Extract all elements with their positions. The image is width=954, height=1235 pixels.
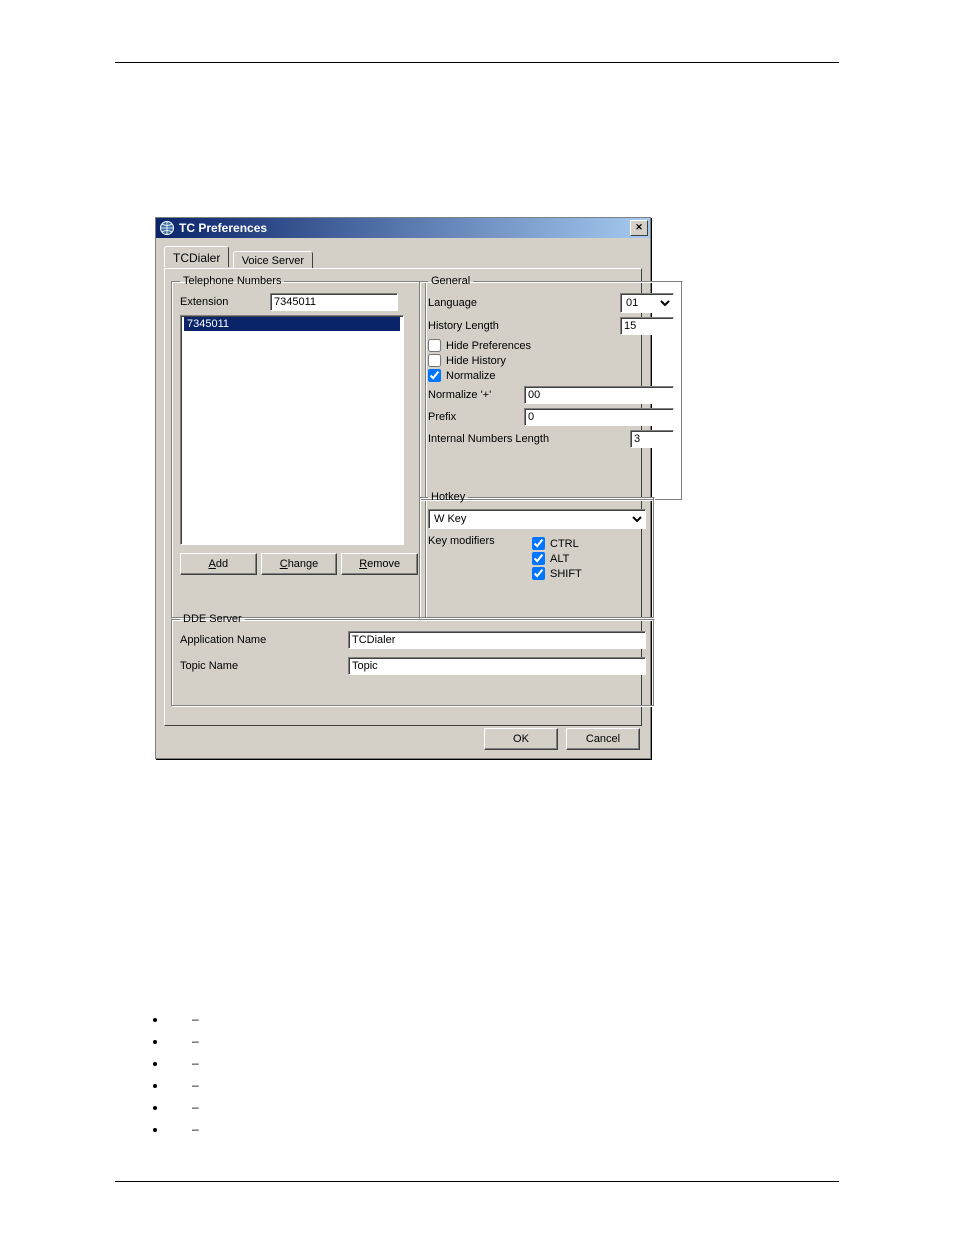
alt-label: ALT: [550, 553, 569, 565]
prefix-input[interactable]: [524, 408, 674, 426]
ctrl-label: CTRL: [550, 538, 579, 550]
group-dde-server: DDE Server Application Name Topic Name: [171, 613, 655, 707]
hide-preferences-checkbox[interactable]: [428, 339, 441, 352]
legend-hotkey: Hotkey: [428, 491, 468, 503]
alt-checkbox[interactable]: [532, 552, 545, 565]
application-name-label: Application Name: [180, 634, 348, 646]
tab-voiceserver[interactable]: Voice Server: [233, 251, 313, 269]
internal-numbers-length-input[interactable]: [630, 430, 674, 448]
topic-name-label: Topic Name: [180, 660, 348, 672]
change-button[interactable]: Change: [261, 553, 338, 575]
shift-label: SHIFT: [550, 568, 582, 580]
application-name-input[interactable]: [348, 631, 646, 649]
key-modifiers-label: Key modifiers: [428, 535, 532, 547]
page-bottom-rule: [115, 1181, 839, 1182]
hide-history-checkbox[interactable]: [428, 354, 441, 367]
legend-general: General: [428, 275, 473, 287]
tabpanel-tcdialer: Telephone Numbers Extension 7345011 Add …: [164, 268, 642, 726]
list-item: –: [167, 1030, 825, 1052]
add-button[interactable]: Add: [180, 553, 257, 575]
close-button[interactable]: [630, 220, 648, 236]
list-item: –: [167, 1008, 825, 1030]
titlebar: TC Preferences: [156, 218, 650, 238]
list-item: –: [167, 1052, 825, 1074]
document-bullet-list: – – – – – –: [145, 1008, 825, 1140]
tabstrip: TCDialer Voice Server: [164, 246, 642, 268]
extension-listbox[interactable]: 7345011: [180, 315, 404, 545]
normalize-plus-label: Normalize '+': [428, 389, 524, 401]
tab-tcdialer[interactable]: TCDialer: [164, 246, 229, 267]
ok-button[interactable]: OK: [484, 728, 558, 750]
app-globe-icon: [159, 220, 175, 236]
normalize-checkbox[interactable]: [428, 369, 441, 382]
page-top-rule: [115, 62, 839, 63]
prefix-label: Prefix: [428, 411, 524, 423]
window-title: TC Preferences: [179, 221, 630, 235]
preferences-dialog: TC Preferences TCDialer Voice Server Tel…: [155, 217, 651, 759]
history-length-input[interactable]: [620, 317, 674, 335]
legend-dde: DDE Server: [180, 613, 245, 625]
normalize-plus-input[interactable]: [524, 386, 674, 404]
language-label: Language: [428, 297, 620, 309]
ctrl-checkbox[interactable]: [532, 537, 545, 550]
shift-checkbox[interactable]: [532, 567, 545, 580]
topic-name-input[interactable]: [348, 657, 646, 675]
language-combo[interactable]: 01: [620, 293, 674, 313]
extension-input[interactable]: [270, 293, 398, 311]
extension-label: Extension: [180, 296, 270, 308]
remove-button[interactable]: Remove: [341, 553, 418, 575]
hide-history-label: Hide History: [446, 355, 506, 367]
normalize-label: Normalize: [446, 370, 496, 382]
group-hotkey: Hotkey W Key Key modifiers CTRL ALT SHIF…: [419, 491, 655, 619]
list-item: –: [167, 1096, 825, 1118]
group-general: General Language 01 History Length Hide …: [419, 275, 683, 501]
group-telephone-numbers: Telephone Numbers Extension 7345011 Add …: [171, 275, 427, 619]
list-item[interactable]: 7345011: [184, 317, 400, 331]
history-length-label: History Length: [428, 320, 620, 332]
internal-numbers-length-label: Internal Numbers Length: [428, 433, 630, 445]
legend-telephone: Telephone Numbers: [180, 275, 284, 287]
list-item: –: [167, 1074, 825, 1096]
hide-preferences-label: Hide Preferences: [446, 340, 531, 352]
cancel-button[interactable]: Cancel: [566, 728, 640, 750]
list-item: –: [167, 1118, 825, 1140]
hotkey-combo[interactable]: W Key: [428, 509, 646, 529]
